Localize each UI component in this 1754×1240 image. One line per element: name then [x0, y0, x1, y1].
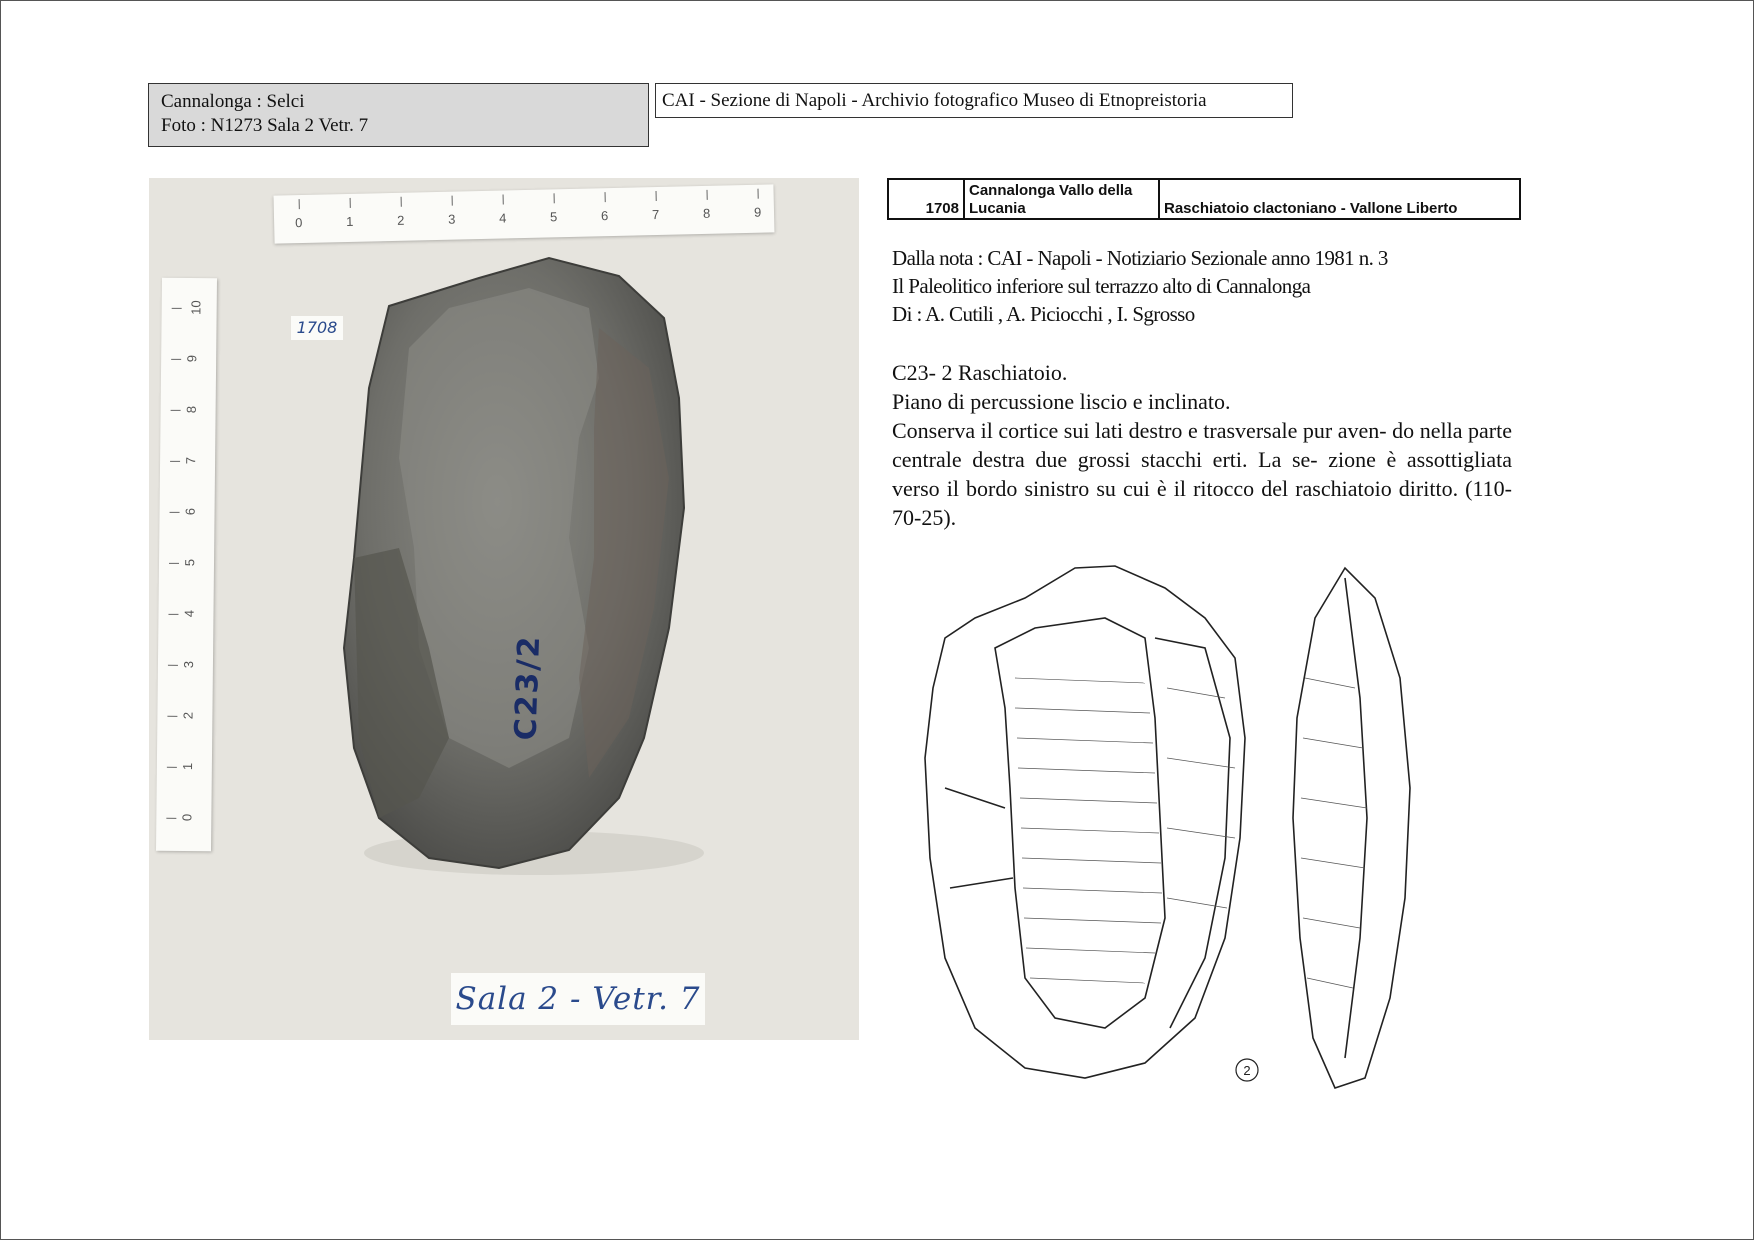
ruler-tick	[169, 511, 180, 513]
ruler-tick	[706, 189, 708, 200]
catalog-table: 1708 Cannalonga Vallo della Lucania Rasc…	[887, 178, 1521, 220]
ruler-tick	[169, 562, 180, 564]
stone-drawing	[342, 256, 704, 875]
header-right-box: CAI - Sezione di Napoli - Archivio fotog…	[655, 83, 1293, 118]
ruler-tick	[298, 199, 300, 210]
ruler-number: 6	[182, 507, 198, 516]
ruler-number: 7	[651, 206, 660, 223]
ruler-tick	[168, 613, 179, 615]
ruler-tick	[655, 190, 657, 202]
ruler-number: 3	[181, 660, 197, 669]
catalog-description-cell: Raschiatoio clactoniano - Vallone Libert…	[1158, 178, 1521, 220]
ruler-tick	[166, 766, 177, 768]
sala-label: Sala 2 - Vetr. 7	[451, 973, 705, 1025]
note-line-1: Dalla nota : CAI - Napoli - Notiziario S…	[892, 246, 1388, 270]
artifact-description: C23- 2 Raschiatoio. Piano di percussione…	[892, 358, 1512, 532]
ruler-number: 2	[180, 711, 196, 720]
ruler-tick	[166, 817, 177, 819]
ruler-number: 9	[753, 204, 762, 220]
ruler-tick	[349, 197, 351, 208]
ruler-tick	[400, 196, 402, 207]
ruler-tick	[604, 192, 606, 203]
header-left-line1: Cannalonga : Selci	[161, 91, 305, 112]
ruler-tick	[757, 188, 759, 199]
ruler-number: 3	[447, 211, 456, 227]
ruler-number: 0	[179, 813, 195, 822]
ruler-tick	[167, 715, 178, 717]
description-line-2: Piano di percussione liscio e inclinato.	[892, 389, 1231, 414]
artifact-photo: 0 1 2 3 4 5 6 7 8 9 10 10 9 8 7 6 5 4 3 …	[149, 178, 859, 1040]
note-line-2: Il Paleolitico inferiore sul terrazzo al…	[892, 274, 1311, 298]
ruler-number: 6	[600, 208, 609, 224]
ruler-tick	[170, 460, 181, 462]
ruler-number: 2	[396, 212, 405, 228]
header-left-line2: Foto : N1273 Sala 2 Vetr. 7	[161, 115, 369, 136]
ruler-tick	[170, 409, 181, 411]
ruler-tick	[502, 194, 504, 205]
ruler-tick	[553, 193, 555, 204]
ruler-tick	[451, 195, 453, 206]
ruler-number: 10	[188, 300, 204, 315]
note-line-3: Di : A. Cutili , A. Piciocchi , I. Sgros…	[892, 302, 1195, 326]
ruler-number: 9	[184, 354, 200, 363]
ruler-tick	[171, 307, 182, 309]
ruler-number: 8	[702, 205, 711, 221]
ruler-number: 4	[181, 609, 197, 618]
table-row: 1708 Cannalonga Vallo della Lucania Rasc…	[887, 178, 1521, 220]
catalog-number-cell: 1708	[887, 178, 965, 220]
ruler-number: 7	[183, 456, 199, 465]
ruler-number: 8	[183, 405, 199, 414]
artifact-illustration: 2	[924, 565, 1411, 1089]
ruler-number: 5	[549, 209, 558, 225]
ruler-number: 1	[179, 762, 196, 771]
ruler-number: 4	[498, 210, 507, 226]
side-ruler: 10 9 8 7 6 5 4 3 2 1 0	[156, 277, 217, 852]
ruler-number: 0	[294, 215, 303, 231]
catalog-location-cell: Cannalonga Vallo della Lucania	[963, 178, 1160, 220]
figure-number: 2	[1243, 1063, 1250, 1078]
ruler-number: 5	[182, 558, 198, 567]
description-paragraph: Conserva il cortice sui lati destro e tr…	[892, 418, 1512, 530]
source-note: Dalla nota : CAI - Napoli - Notiziario S…	[892, 244, 1388, 328]
catalog-number-label: 1708	[291, 316, 343, 340]
ruler-tick	[171, 358, 182, 360]
ruler-number: 1	[345, 213, 354, 230]
stone-inscription: C23/2	[508, 634, 548, 741]
description-line-1: C23- 2 Raschiatoio.	[892, 360, 1068, 385]
header-left-box: Cannalonga : Selci Foto : N1273 Sala 2 V…	[148, 83, 649, 147]
ruler-tick	[167, 664, 178, 666]
